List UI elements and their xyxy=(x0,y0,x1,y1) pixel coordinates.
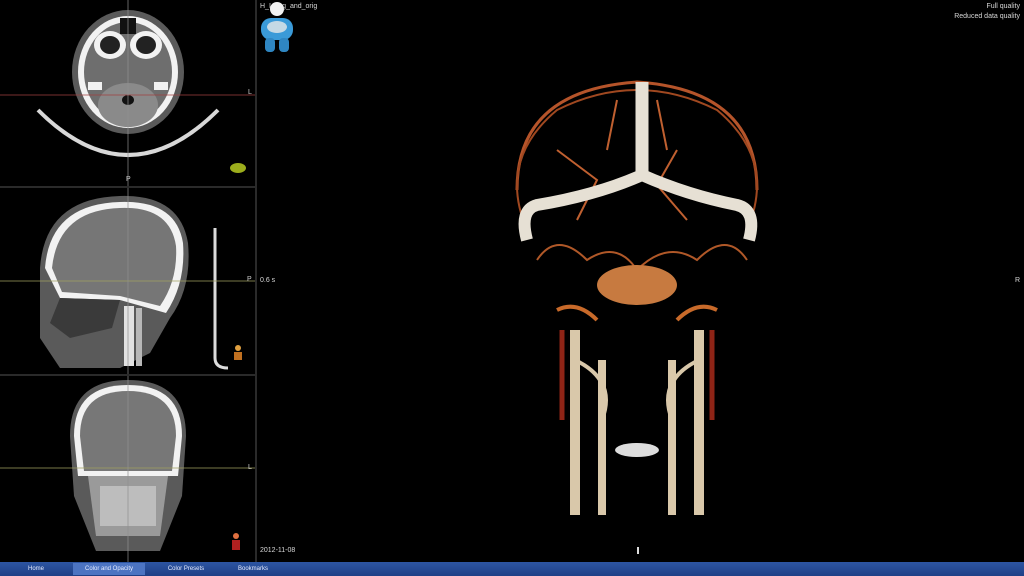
tab-color-presets[interactable]: Color Presets xyxy=(155,563,217,575)
scale-label: 0.6 s xyxy=(260,277,276,284)
sagittal-slice-image xyxy=(0,188,255,374)
axial-bottom-label: P xyxy=(126,176,131,183)
medical-viewer-app: L P P L H_I_seg_and_orig Full quality Re… xyxy=(0,0,1024,576)
sagittal-view-pane[interactable]: P xyxy=(0,188,255,374)
sagittal-right-label: P xyxy=(247,276,252,283)
tab-bookmarks[interactable]: Bookmarks xyxy=(227,563,279,575)
orientation-right-marker: R xyxy=(1014,277,1020,284)
bottom-tab-bar: Home Color and Opacity Color Presets Boo… xyxy=(0,562,1024,576)
axial-slice-image xyxy=(0,0,255,186)
volume-render-view[interactable]: H_I_seg_and_orig Full quality Reduced da… xyxy=(257,0,1024,562)
axial-view-pane[interactable]: L P xyxy=(0,0,255,186)
timeline-marker[interactable] xyxy=(637,547,639,554)
vessel-volume-render xyxy=(515,80,759,515)
tab-home[interactable]: Home xyxy=(10,563,62,575)
full-quality-label[interactable]: Full quality xyxy=(987,3,1020,10)
reduced-quality-label[interactable]: Reduced data quality xyxy=(954,13,1020,20)
axial-right-label: L xyxy=(248,89,252,96)
coronal-slice-image xyxy=(0,376,255,562)
date-label: 2012-11-08 xyxy=(260,547,296,554)
coronal-view-pane[interactable]: L xyxy=(0,376,255,562)
tab-color-and-opacity[interactable]: Color and Opacity xyxy=(73,563,145,575)
patient-orientation-avatar-icon[interactable] xyxy=(257,0,297,56)
coronal-right-label: L xyxy=(248,464,252,471)
